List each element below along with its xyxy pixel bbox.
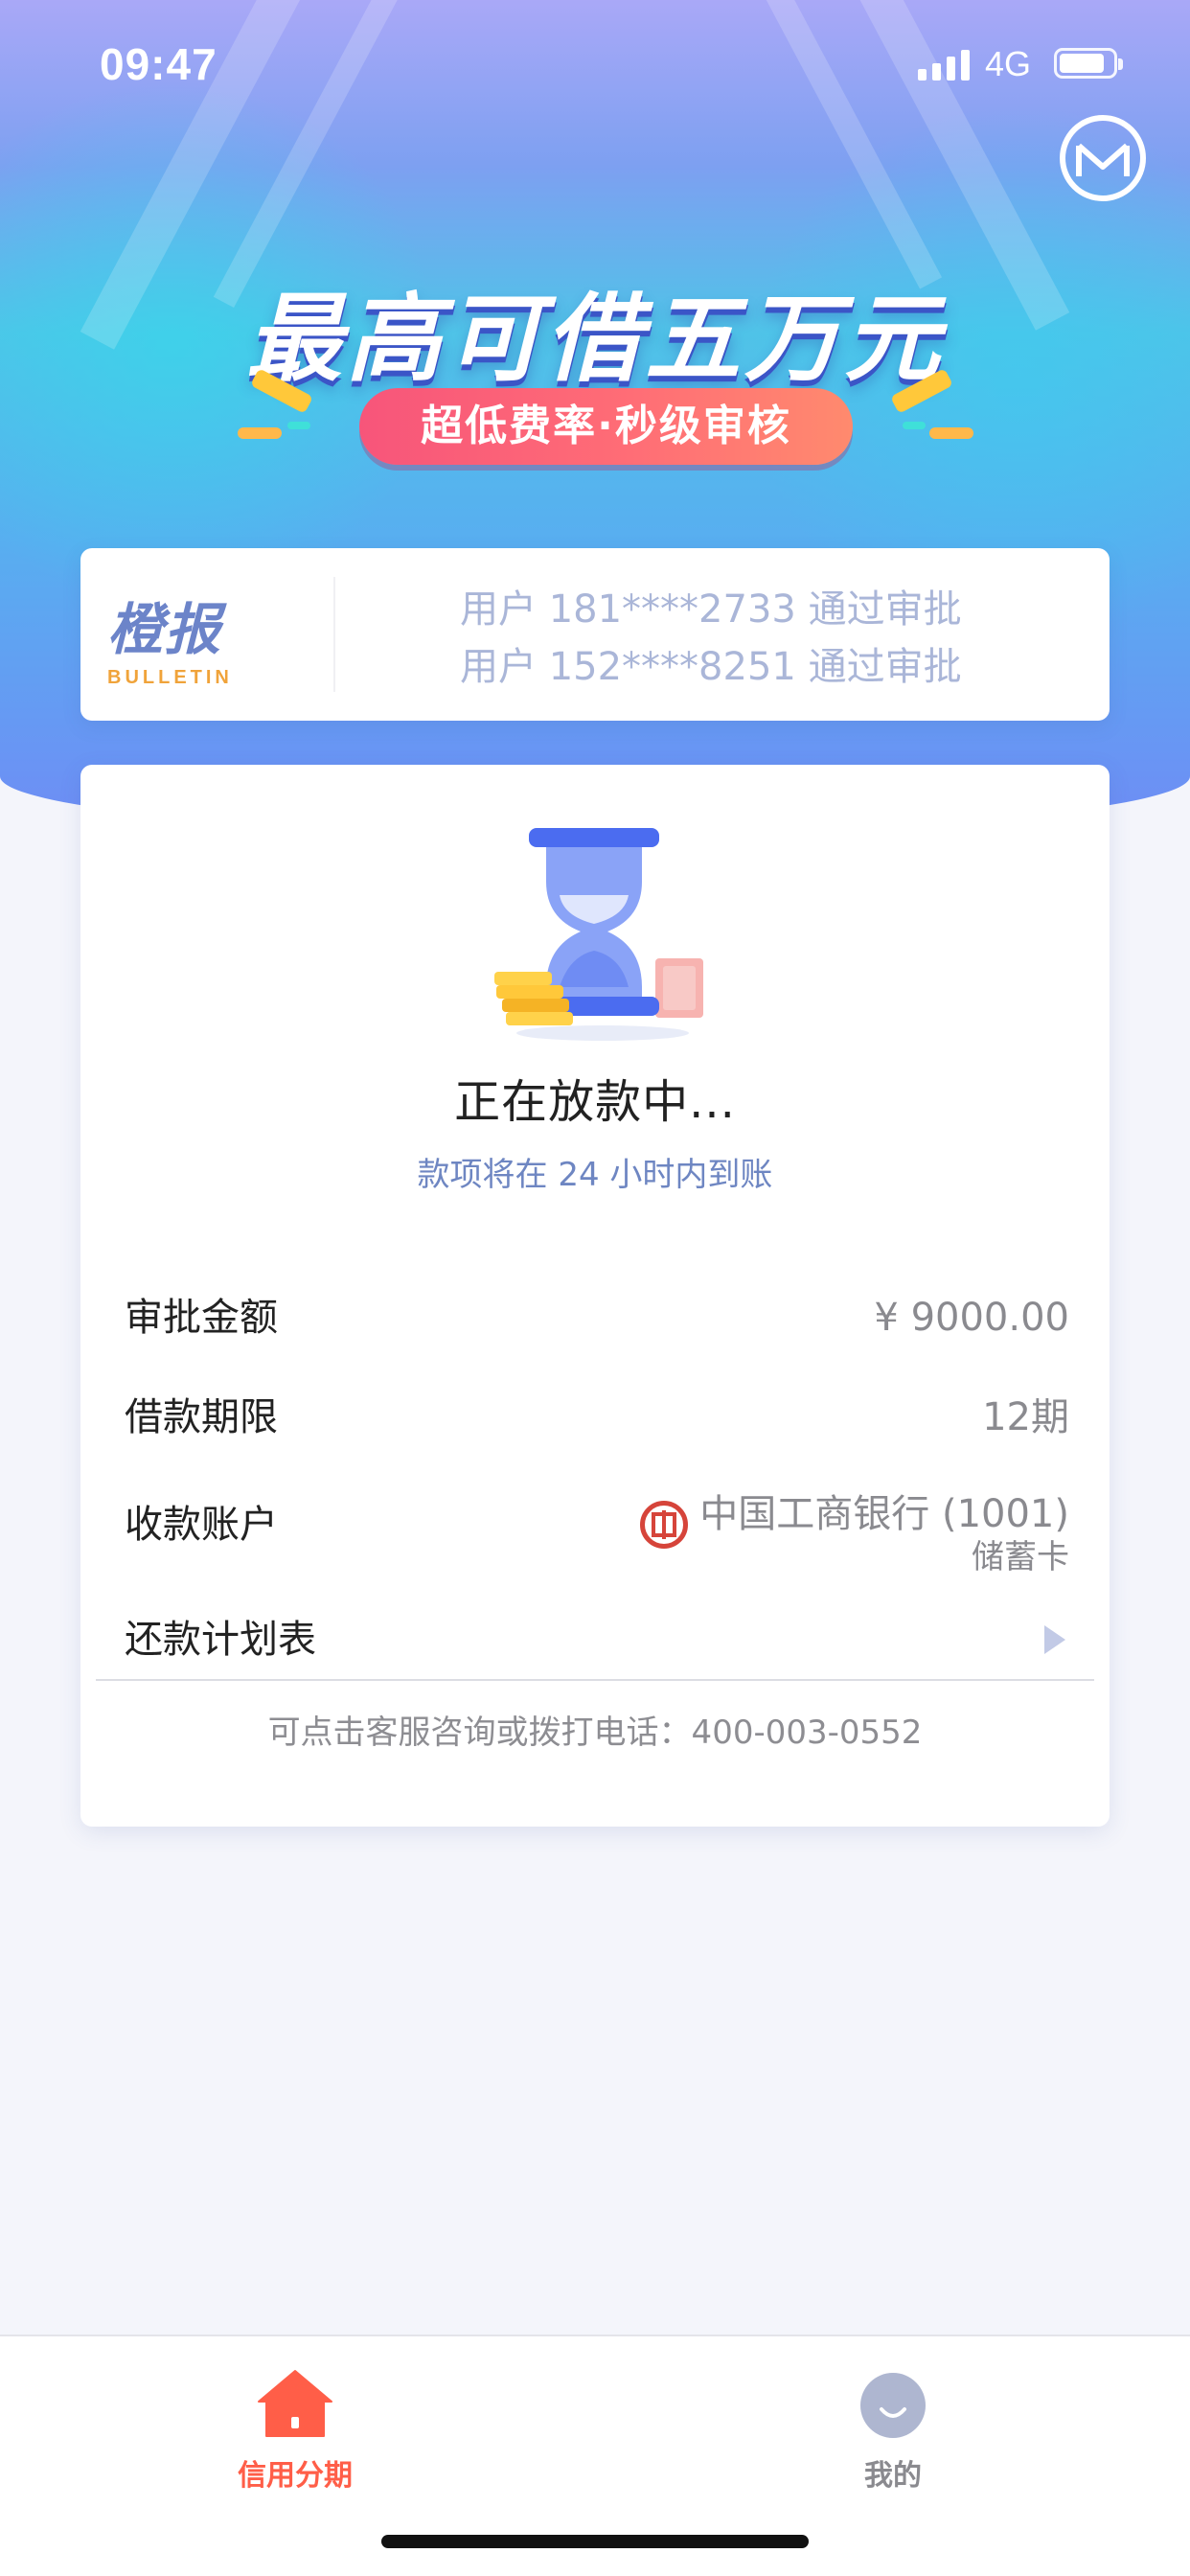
loan-status-card: 正在放款中... 款项将在 24 小时内到账 审批金额 ¥ 9000.00 借款…: [80, 765, 1110, 1827]
chevron-right-icon: [1044, 1625, 1065, 1654]
hourglass-icon: [492, 824, 713, 1045]
detail-row-amount: 审批金额 ¥ 9000.00: [125, 1284, 1069, 1351]
hero-subtitle-pill: 超低费率·秒级审核: [359, 388, 853, 465]
confetti-decoration: [238, 427, 282, 439]
tab-label: 我的: [864, 2459, 922, 2493]
status-time: 09:47: [100, 39, 217, 89]
term-label: 借款期限: [125, 1395, 278, 1439]
battery-icon: [1054, 48, 1123, 79]
signal-strength-icon: [918, 48, 970, 80]
tab-profile[interactable]: 我的: [778, 2356, 1008, 2499]
loan-status-subtitle: 款项将在 24 小时内到账: [417, 1156, 773, 1194]
repayment-schedule-label: 还款计划表: [125, 1618, 316, 1662]
detail-row-account: 收款账户 中国工商银行 (1001) 储蓄卡: [125, 1491, 1069, 1577]
customer-service-contact[interactable]: 可点击客服咨询或拨打电话：400-003-0552: [80, 1706, 1110, 1753]
repayment-schedule-row[interactable]: 还款计划表: [125, 1606, 1069, 1673]
bulletin-logo-subtext: BULLETIN: [107, 667, 233, 688]
bulletin-item: 用户 181****2733 通过审批: [460, 587, 962, 632]
bulletin-item: 用户 152****8251 通过审批: [460, 645, 962, 689]
network-type: 4G: [985, 44, 1032, 83]
brand-logo-icon[interactable]: [1060, 115, 1146, 201]
loan-status-title: 正在放款中...: [454, 1075, 736, 1129]
confetti-decoration: [929, 427, 973, 439]
home-indicator[interactable]: [381, 2535, 809, 2548]
profile-icon: [860, 2373, 926, 2438]
detail-row-term: 借款期限 12期: [125, 1384, 1069, 1451]
confetti-decoration: [903, 422, 926, 429]
status-bar: 09:47 4G: [0, 0, 1190, 126]
account-label: 收款账户: [125, 1503, 278, 1547]
card-type: 储蓄卡: [972, 1538, 1069, 1576]
bulletin-logo: 橙报 BULLETIN: [107, 585, 261, 690]
hero-headline: 最高可借五万元: [246, 283, 944, 395]
icbc-bank-icon: [640, 1501, 688, 1549]
home-icon: [257, 2369, 333, 2438]
amount-value: ¥ 9000.00: [874, 1296, 1069, 1340]
amount-label: 审批金额: [125, 1296, 278, 1340]
tab-credit-installment[interactable]: 信用分期: [180, 2356, 410, 2499]
divider: [333, 577, 335, 692]
tab-label: 信用分期: [238, 2459, 353, 2493]
divider: [96, 1679, 1094, 1681]
bulletin-list: 用户 181****2733 通过审批 用户 152****8251 通过审批: [460, 581, 962, 696]
bulletin-logo-text: 橙报: [107, 597, 223, 662]
bulletin-card: 橙报 BULLETIN 用户 181****2733 通过审批 用户 152**…: [80, 548, 1110, 721]
confetti-decoration: [287, 422, 310, 429]
term-value: 12期: [982, 1395, 1069, 1439]
